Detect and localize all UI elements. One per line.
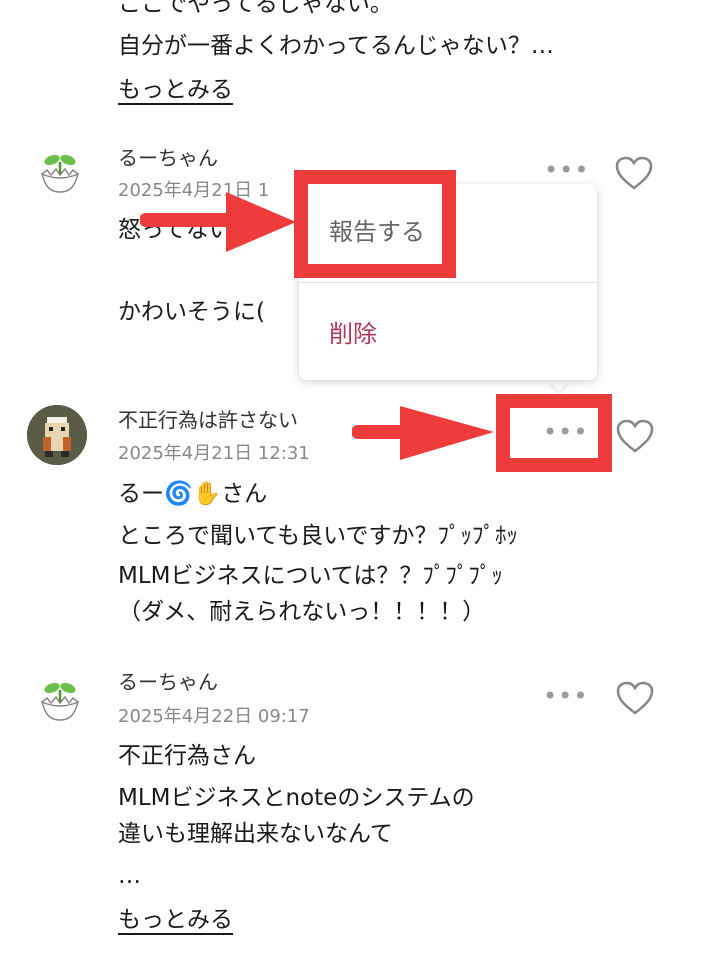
heart-outline-icon [616,419,654,453]
more-options-button[interactable]: ••• [544,156,589,184]
comment-author[interactable]: るーちゃん [118,666,218,695]
comment-date: 2025年4月22日 09:17 [118,706,310,727]
comment-text-line: （ダメ、耐えられないっ！！！！） [118,599,486,625]
highlight-box-more-button [496,394,612,472]
arrow-annotation-icon [352,406,494,460]
comment-text-line: 不正行為さん [118,743,256,769]
comment-text-line: … [118,863,141,889]
comment-text-line: かわいそうに( [118,299,265,325]
comment-text-line: 違いも理解出来ないなんて [118,821,393,847]
heart-outline-icon [616,681,654,715]
more-options-button[interactable]: ••• [543,682,588,710]
avatar[interactable] [27,405,87,465]
heart-outline-icon [615,156,653,190]
show-more-link[interactable]: もっとみる [118,70,233,104]
comment-text-line: MLMビジネスとnoteのシステムの [118,785,475,811]
menu-divider [299,282,597,283]
like-button[interactable] [615,418,655,458]
avatar[interactable] [38,678,82,726]
delete-menu-item[interactable]: 削除 [329,314,377,349]
comment-author[interactable]: 不正行為は許さない [118,404,298,433]
arrow-annotation-icon [140,192,296,252]
like-button[interactable] [615,680,655,720]
comment-text-line: 自分が一番よくわかってるんじゃない？… [118,33,554,59]
comment-text-line: ここでやってるじゃない。 [118,0,393,17]
pixel-character-icon [27,405,87,465]
sprout-icon [40,682,80,721]
like-button[interactable] [614,155,654,195]
show-more-link[interactable]: もっとみる [118,900,233,934]
sprout-icon [40,154,80,193]
comment-author[interactable]: るーちゃん [118,142,218,171]
comment-text-line: ところで聞いても良いですか？ﾌﾟｯﾌﾟﾎｯ [118,523,518,549]
avatar[interactable] [38,150,82,198]
comment-date: 2025年4月21日 12:31 [118,443,310,464]
comment-text-line: るー🌀✋さん [118,481,268,507]
highlight-box-report [294,170,456,278]
comment-text-line: MLMビジネスについては？？ﾌﾟﾌﾟﾌﾟｯ [118,563,503,589]
